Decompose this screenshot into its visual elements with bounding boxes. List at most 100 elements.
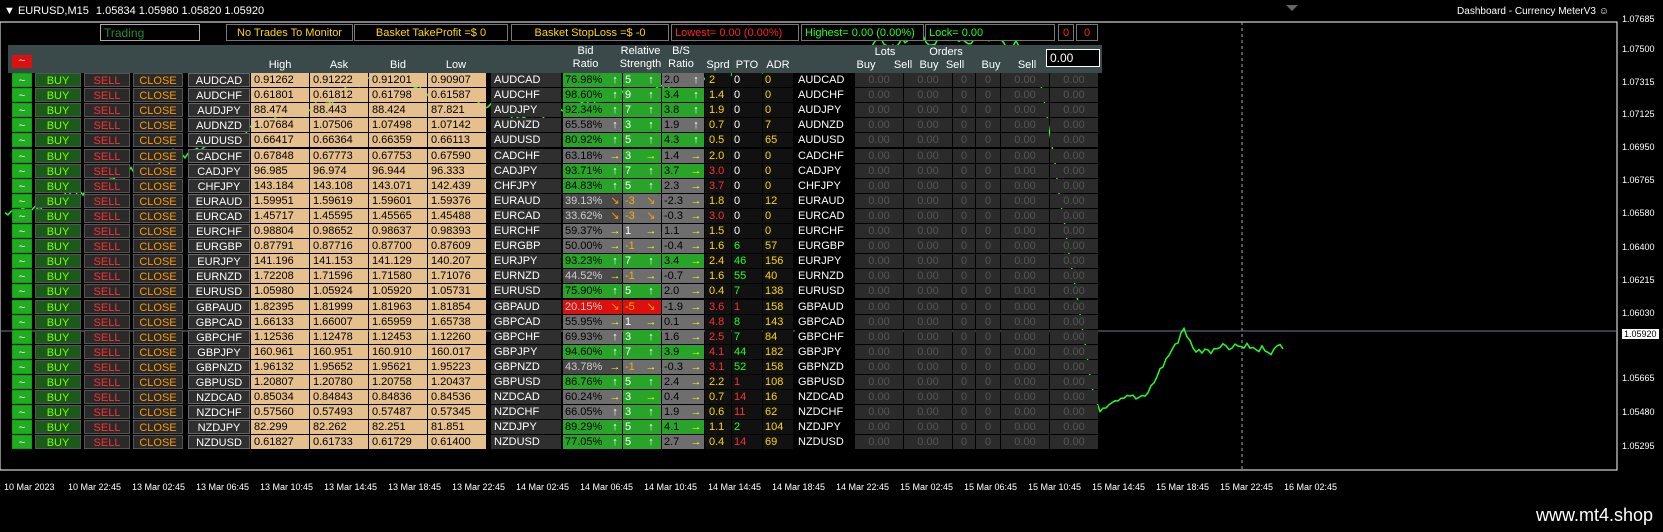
symbol-button[interactable]: NZDUSD — [188, 435, 250, 450]
symbol-button[interactable]: GBPNZD — [188, 359, 250, 374]
symbol-button[interactable]: NZDCHF — [188, 405, 250, 420]
sell-button[interactable]: SELL — [84, 88, 130, 103]
buy-button[interactable]: BUY — [35, 390, 81, 405]
sell-button[interactable]: SELL — [84, 254, 130, 269]
buy-button[interactable]: BUY — [35, 103, 81, 118]
menu-arrow-icon[interactable]: ▼ — [0, 5, 15, 17]
toggle-row-button[interactable]: ~ — [12, 239, 32, 254]
sell-button[interactable]: SELL — [84, 178, 130, 193]
toggle-row-button[interactable]: ~ — [12, 390, 32, 405]
close-button[interactable]: CLOSE — [133, 435, 183, 450]
close-button[interactable]: CLOSE — [133, 344, 183, 359]
symbol-button[interactable]: CADCHF — [188, 148, 250, 163]
symbol-button[interactable]: AUDCHF — [188, 88, 250, 103]
buy-button[interactable]: BUY — [35, 405, 81, 420]
toggle-all-button[interactable]: ~ — [12, 55, 32, 68]
symbol-button[interactable]: GBPAUD — [188, 299, 250, 314]
symbol-button[interactable]: NZDCAD — [188, 390, 250, 405]
toggle-row-button[interactable]: ~ — [12, 224, 32, 238]
toggle-row-button[interactable]: ~ — [12, 269, 32, 284]
sell-button[interactable]: SELL — [84, 299, 130, 314]
sell-button[interactable]: SELL — [84, 148, 130, 163]
toggle-row-button[interactable]: ~ — [12, 254, 32, 269]
close-button[interactable]: CLOSE — [133, 208, 183, 223]
buy-button[interactable]: BUY — [35, 224, 81, 238]
sell-button[interactable]: SELL — [84, 314, 130, 329]
toggle-row-button[interactable]: ~ — [12, 405, 32, 420]
close-button[interactable]: CLOSE — [133, 329, 183, 344]
close-button[interactable]: CLOSE — [133, 314, 183, 329]
sell-button[interactable]: SELL — [84, 284, 130, 299]
close-button[interactable]: CLOSE — [133, 193, 183, 208]
sell-button[interactable]: SELL — [84, 224, 130, 238]
toggle-row-button[interactable]: ~ — [12, 163, 32, 178]
close-button[interactable]: CLOSE — [133, 254, 183, 269]
symbol-button[interactable]: AUDJPY — [188, 103, 250, 118]
close-button[interactable]: CLOSE — [133, 88, 183, 103]
buy-button[interactable]: BUY — [35, 239, 81, 254]
toggle-row-button[interactable]: ~ — [12, 193, 32, 208]
toggle-row-button[interactable]: ~ — [12, 314, 32, 329]
close-button[interactable]: CLOSE — [133, 420, 183, 435]
sell-button[interactable]: SELL — [84, 344, 130, 359]
sell-button[interactable]: SELL — [84, 390, 130, 405]
sell-button[interactable]: SELL — [84, 435, 130, 450]
close-button[interactable]: CLOSE — [133, 405, 183, 420]
close-button[interactable]: CLOSE — [133, 163, 183, 178]
toggle-row-button[interactable]: ~ — [12, 88, 32, 103]
buy-button[interactable]: BUY — [35, 299, 81, 314]
buy-button[interactable]: BUY — [35, 118, 81, 133]
buy-button[interactable]: BUY — [35, 148, 81, 163]
sell-button[interactable]: SELL — [84, 329, 130, 344]
buy-button[interactable]: BUY — [35, 375, 81, 389]
symbol-button[interactable]: AUDUSD — [188, 133, 250, 148]
sell-button[interactable]: SELL — [84, 269, 130, 284]
close-button[interactable]: CLOSE — [133, 224, 183, 238]
sell-button[interactable]: SELL — [84, 359, 130, 374]
symbol-button[interactable]: EURAUD — [188, 193, 250, 208]
lot-size-input[interactable] — [1046, 49, 1100, 67]
symbol-button[interactable]: EURGBP — [188, 239, 250, 254]
toggle-row-button[interactable]: ~ — [12, 118, 32, 133]
symbol-button[interactable]: GBPJPY — [188, 344, 250, 359]
symbol-button[interactable]: NZDJPY — [188, 420, 250, 435]
toggle-row-button[interactable]: ~ — [12, 344, 32, 359]
toggle-row-button[interactable]: ~ — [12, 284, 32, 299]
symbol-button[interactable]: GBPUSD — [188, 375, 250, 389]
close-button[interactable]: CLOSE — [133, 118, 183, 133]
buy-button[interactable]: BUY — [35, 254, 81, 269]
symbol-button[interactable]: EURNZD — [188, 269, 250, 284]
toggle-row-button[interactable]: ~ — [12, 103, 32, 118]
sell-button[interactable]: SELL — [84, 103, 130, 118]
close-button[interactable]: CLOSE — [133, 390, 183, 405]
symbol-button[interactable]: CHFJPY — [188, 178, 250, 193]
buy-button[interactable]: BUY — [35, 163, 81, 178]
close-button[interactable]: CLOSE — [133, 375, 183, 389]
symbol-button[interactable]: GBPCAD — [188, 314, 250, 329]
symbol-button[interactable]: CADJPY — [188, 163, 250, 178]
toggle-row-button[interactable]: ~ — [12, 133, 32, 148]
sell-button[interactable]: SELL — [84, 375, 130, 389]
symbol-button[interactable]: GBPCHF — [188, 329, 250, 344]
buy-button[interactable]: BUY — [35, 193, 81, 208]
buy-button[interactable]: BUY — [35, 435, 81, 450]
sell-button[interactable]: SELL — [84, 133, 130, 148]
close-button[interactable]: CLOSE — [133, 269, 183, 284]
buy-button[interactable]: BUY — [35, 344, 81, 359]
toggle-row-button[interactable]: ~ — [12, 329, 32, 344]
buy-button[interactable]: BUY — [35, 88, 81, 103]
symbol-button[interactable]: EURJPY — [188, 254, 250, 269]
symbol-button[interactable]: EURCAD — [188, 208, 250, 223]
sell-button[interactable]: SELL — [84, 208, 130, 223]
toggle-row-button[interactable]: ~ — [12, 299, 32, 314]
buy-button[interactable]: BUY — [35, 420, 81, 435]
sell-button[interactable]: SELL — [84, 193, 130, 208]
buy-button[interactable]: BUY — [35, 329, 81, 344]
buy-button[interactable]: BUY — [35, 269, 81, 284]
buy-button[interactable]: BUY — [35, 133, 81, 148]
sell-button[interactable]: SELL — [84, 73, 130, 87]
close-button[interactable]: CLOSE — [133, 359, 183, 374]
toggle-row-button[interactable]: ~ — [12, 375, 32, 389]
symbol-button[interactable]: AUDNZD — [188, 118, 250, 133]
close-button[interactable]: CLOSE — [133, 133, 183, 148]
